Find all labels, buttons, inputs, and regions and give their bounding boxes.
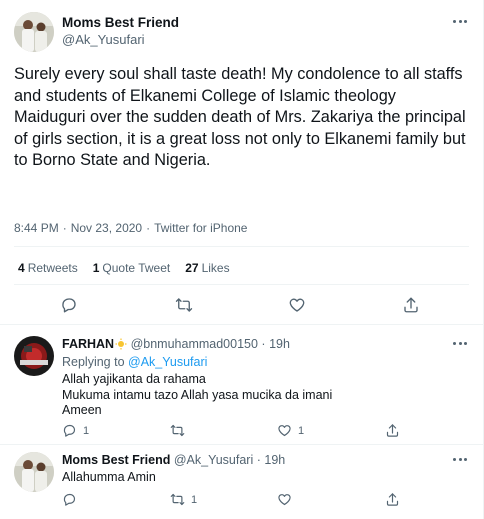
retweet-icon	[170, 424, 185, 437]
reply-action-bar: 1 1	[62, 423, 422, 441]
reply-button[interactable]: 1	[62, 423, 89, 438]
share-button[interactable]	[385, 492, 400, 507]
likes-stat[interactable]: 27 Likes	[185, 261, 229, 275]
tweet-date[interactable]: Nov 23, 2020	[71, 221, 142, 235]
replying-to-mention[interactable]: @Ak_Yusufari	[128, 355, 207, 369]
share-icon	[386, 493, 399, 506]
reply-author-handle[interactable]: @Ak_Yusufari	[174, 453, 253, 467]
tweet-time[interactable]: 8:44 PM	[14, 221, 59, 235]
quote-tweets-stat[interactable]: 1 Quote Tweet	[93, 261, 171, 275]
divider	[0, 444, 483, 445]
author-block: Moms Best Friend @Ak_Yusufari	[62, 14, 179, 48]
reply-line: Allah yajikanta da rahama	[62, 372, 206, 386]
reply-action-bar: 1	[62, 492, 422, 510]
share-button[interactable]	[385, 423, 400, 438]
retweet-count: 1	[191, 493, 198, 506]
separator-dot: ·	[256, 453, 261, 467]
reply-line: Allahumma Amin	[62, 470, 156, 484]
reply-icon	[63, 493, 76, 506]
avatar[interactable]	[14, 452, 54, 492]
reply-author-name[interactable]: FARHAN	[62, 337, 114, 351]
tweet-detail-panel: Moms Best Friend @Ak_Yusufari Surely eve…	[0, 0, 484, 519]
share-icon	[386, 424, 399, 437]
tweet-meta: 8:44 PM · Nov 23, 2020 · Twitter for iPh…	[14, 221, 247, 235]
avatar[interactable]	[14, 12, 54, 52]
divider	[14, 246, 469, 247]
reply-text: Allah yajikanta da rahama Mukuma intamu …	[62, 372, 470, 419]
retweet-icon[interactable]	[175, 296, 195, 316]
retweet-button[interactable]: 1	[170, 492, 197, 507]
reply-header: Moms Best Friend @Ak_Yusufari · 19h	[62, 452, 470, 468]
reply-icon	[63, 424, 76, 437]
tweet-stats: 4 Retweets 1 Quote Tweet 27 Likes	[18, 261, 230, 275]
divider	[0, 324, 483, 325]
reply-icon[interactable]	[60, 296, 80, 316]
tweet-header: Moms Best Friend @Ak_Yusufari	[14, 12, 470, 52]
separator-dot: ·	[62, 221, 67, 235]
avatar[interactable]	[14, 336, 54, 376]
share-icon[interactable]	[402, 296, 422, 316]
separator-dot: ·	[146, 221, 151, 235]
like-icon[interactable]	[288, 296, 308, 316]
more-options-icon[interactable]	[452, 338, 468, 348]
reply-line: Mukuma intamu tazo Allah yasa mucika da …	[62, 387, 333, 402]
tweet-text: Surely every soul shall taste death! My …	[14, 65, 466, 169]
sun-emoji-icon	[115, 338, 127, 350]
divider	[14, 284, 469, 285]
reply-header: FARHAN @bnmuhammad00150 · 19h	[62, 336, 470, 352]
replying-to: Replying to @Ak_Yusufari	[62, 354, 470, 370]
retweet-button[interactable]	[170, 423, 191, 438]
reply-tweet[interactable]: Moms Best Friend @Ak_Yusufari · 19h Alla…	[14, 452, 470, 514]
like-icon	[278, 425, 291, 437]
author-name[interactable]: Moms Best Friend	[62, 14, 179, 31]
reply-body: Moms Best Friend @Ak_Yusufari · 19h Alla…	[62, 452, 470, 486]
retweet-icon	[170, 493, 185, 506]
more-options-icon[interactable]	[452, 16, 468, 26]
reply-time[interactable]: 19h	[264, 453, 285, 467]
like-button[interactable]: 1	[277, 423, 304, 438]
tweet-source[interactable]: Twitter for iPhone	[154, 221, 247, 235]
author-handle[interactable]: @Ak_Yusufari	[62, 31, 179, 48]
like-icon	[278, 494, 291, 506]
like-button[interactable]	[277, 492, 298, 507]
reply-button[interactable]	[62, 492, 83, 507]
reply-text: Allahumma Amin	[62, 470, 470, 486]
more-options-icon[interactable]	[452, 454, 468, 464]
reply-time[interactable]: 19h	[269, 337, 290, 351]
reply-tweet[interactable]: FARHAN @bnmuhammad00150 · 19h Replying t…	[14, 336, 470, 437]
retweets-stat[interactable]: 4 Retweets	[18, 261, 78, 275]
reply-count: 1	[83, 424, 90, 437]
reply-line: Ameen	[62, 403, 102, 417]
reply-author-name[interactable]: Moms Best Friend	[62, 453, 170, 467]
replying-to-label: Replying to	[62, 355, 125, 369]
tweet-action-bar	[0, 296, 484, 318]
reply-author-handle[interactable]: @bnmuhammad00150	[131, 337, 258, 351]
reply-body: FARHAN @bnmuhammad00150 · 19h Replying t…	[62, 336, 470, 419]
separator-dot: ·	[261, 337, 266, 351]
like-count: 1	[298, 424, 305, 437]
